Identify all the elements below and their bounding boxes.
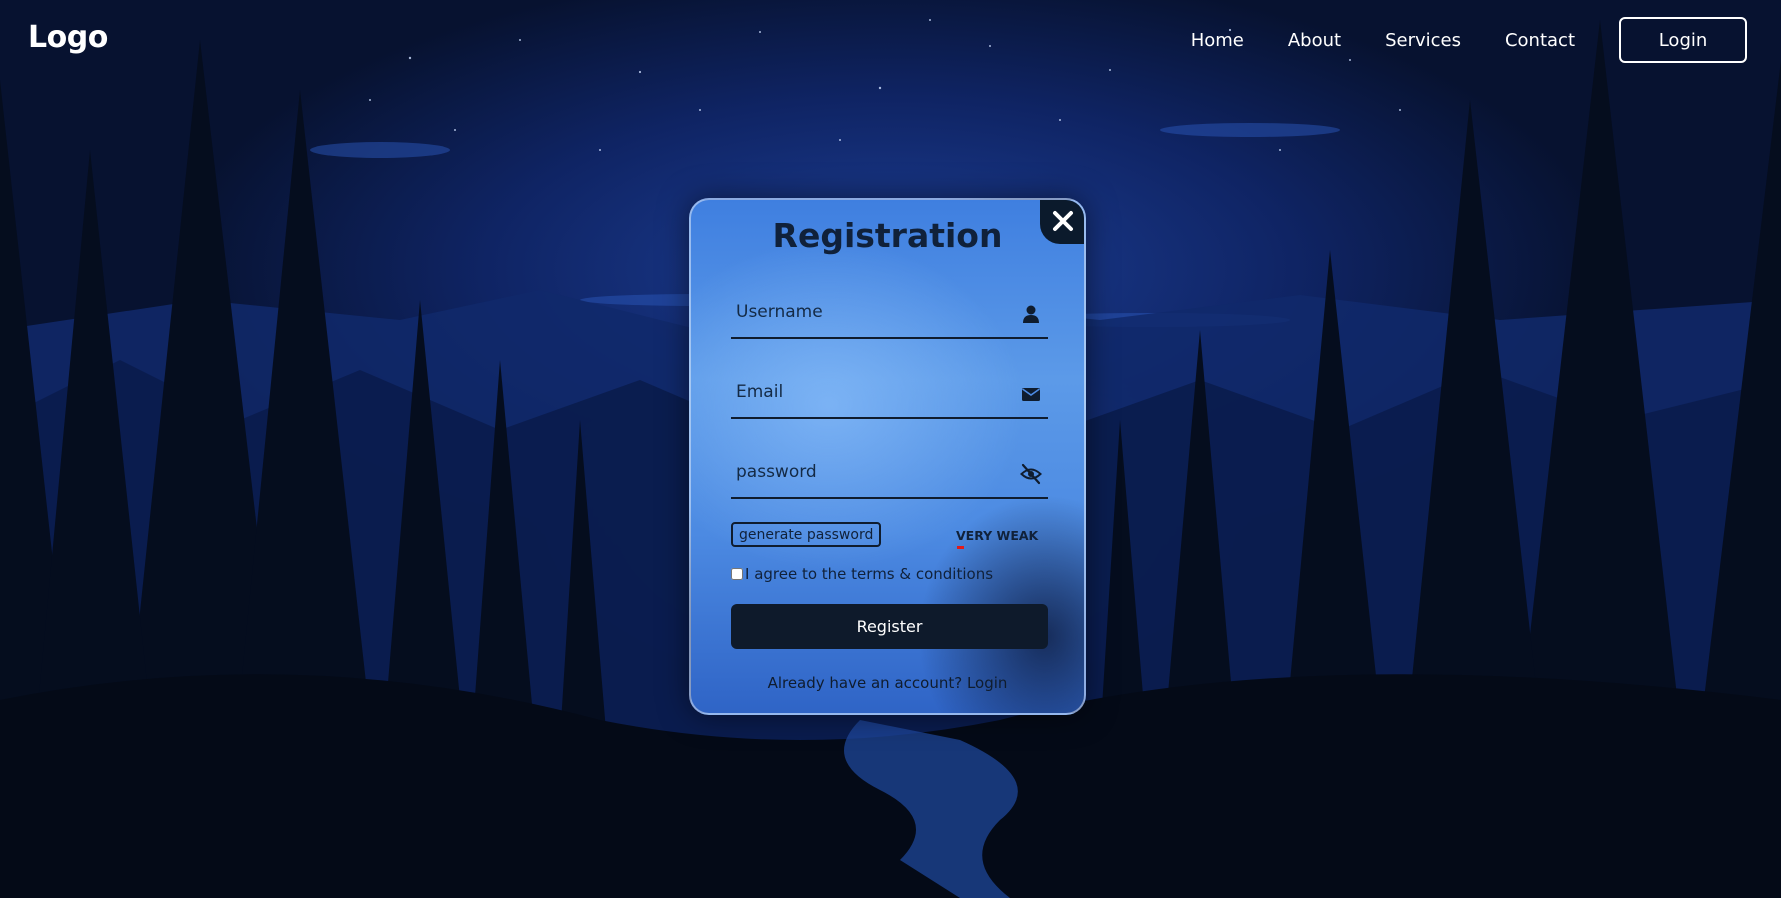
main-nav: Home About Services Contact Login: [1147, 17, 1747, 63]
terms-checkbox[interactable]: [731, 568, 743, 580]
terms-label: I agree to the terms & conditions: [745, 565, 994, 583]
nav-services[interactable]: Services: [1385, 30, 1461, 51]
password-field: [731, 449, 1048, 499]
envelope-icon: [1022, 388, 1040, 401]
username-input[interactable]: [731, 289, 1001, 335]
eye-slash-icon[interactable]: [1020, 463, 1042, 485]
nav-contact[interactable]: Contact: [1505, 30, 1575, 51]
login-prompt-text: Already have an account?: [767, 674, 963, 692]
modal-title: Registration: [772, 216, 1003, 255]
nav-about[interactable]: About: [1288, 30, 1341, 51]
terms-checkbox-row[interactable]: I agree to the terms & conditions: [731, 565, 993, 583]
password-strength-fill: [957, 546, 965, 549]
email-field: [731, 369, 1048, 419]
user-icon: [1023, 305, 1039, 323]
login-link[interactable]: Login: [967, 674, 1007, 692]
login-prompt: Already have an account? Login: [691, 674, 1084, 692]
register-button[interactable]: Register: [731, 604, 1048, 649]
password-strength-bar: [957, 546, 1017, 549]
email-input[interactable]: [731, 369, 1001, 415]
generate-password-button[interactable]: generate password: [731, 522, 882, 547]
logo[interactable]: Logo: [28, 20, 108, 55]
nav-home[interactable]: Home: [1191, 30, 1244, 51]
login-button[interactable]: Login: [1619, 17, 1747, 63]
registration-modal: Registration generate password VERY WEAK…: [689, 198, 1086, 715]
username-field: [731, 289, 1048, 339]
password-input[interactable]: [731, 449, 1001, 495]
top-header: Logo Home About Services Contact Login: [0, 0, 1781, 84]
password-strength-label: VERY WEAK: [956, 528, 1039, 543]
